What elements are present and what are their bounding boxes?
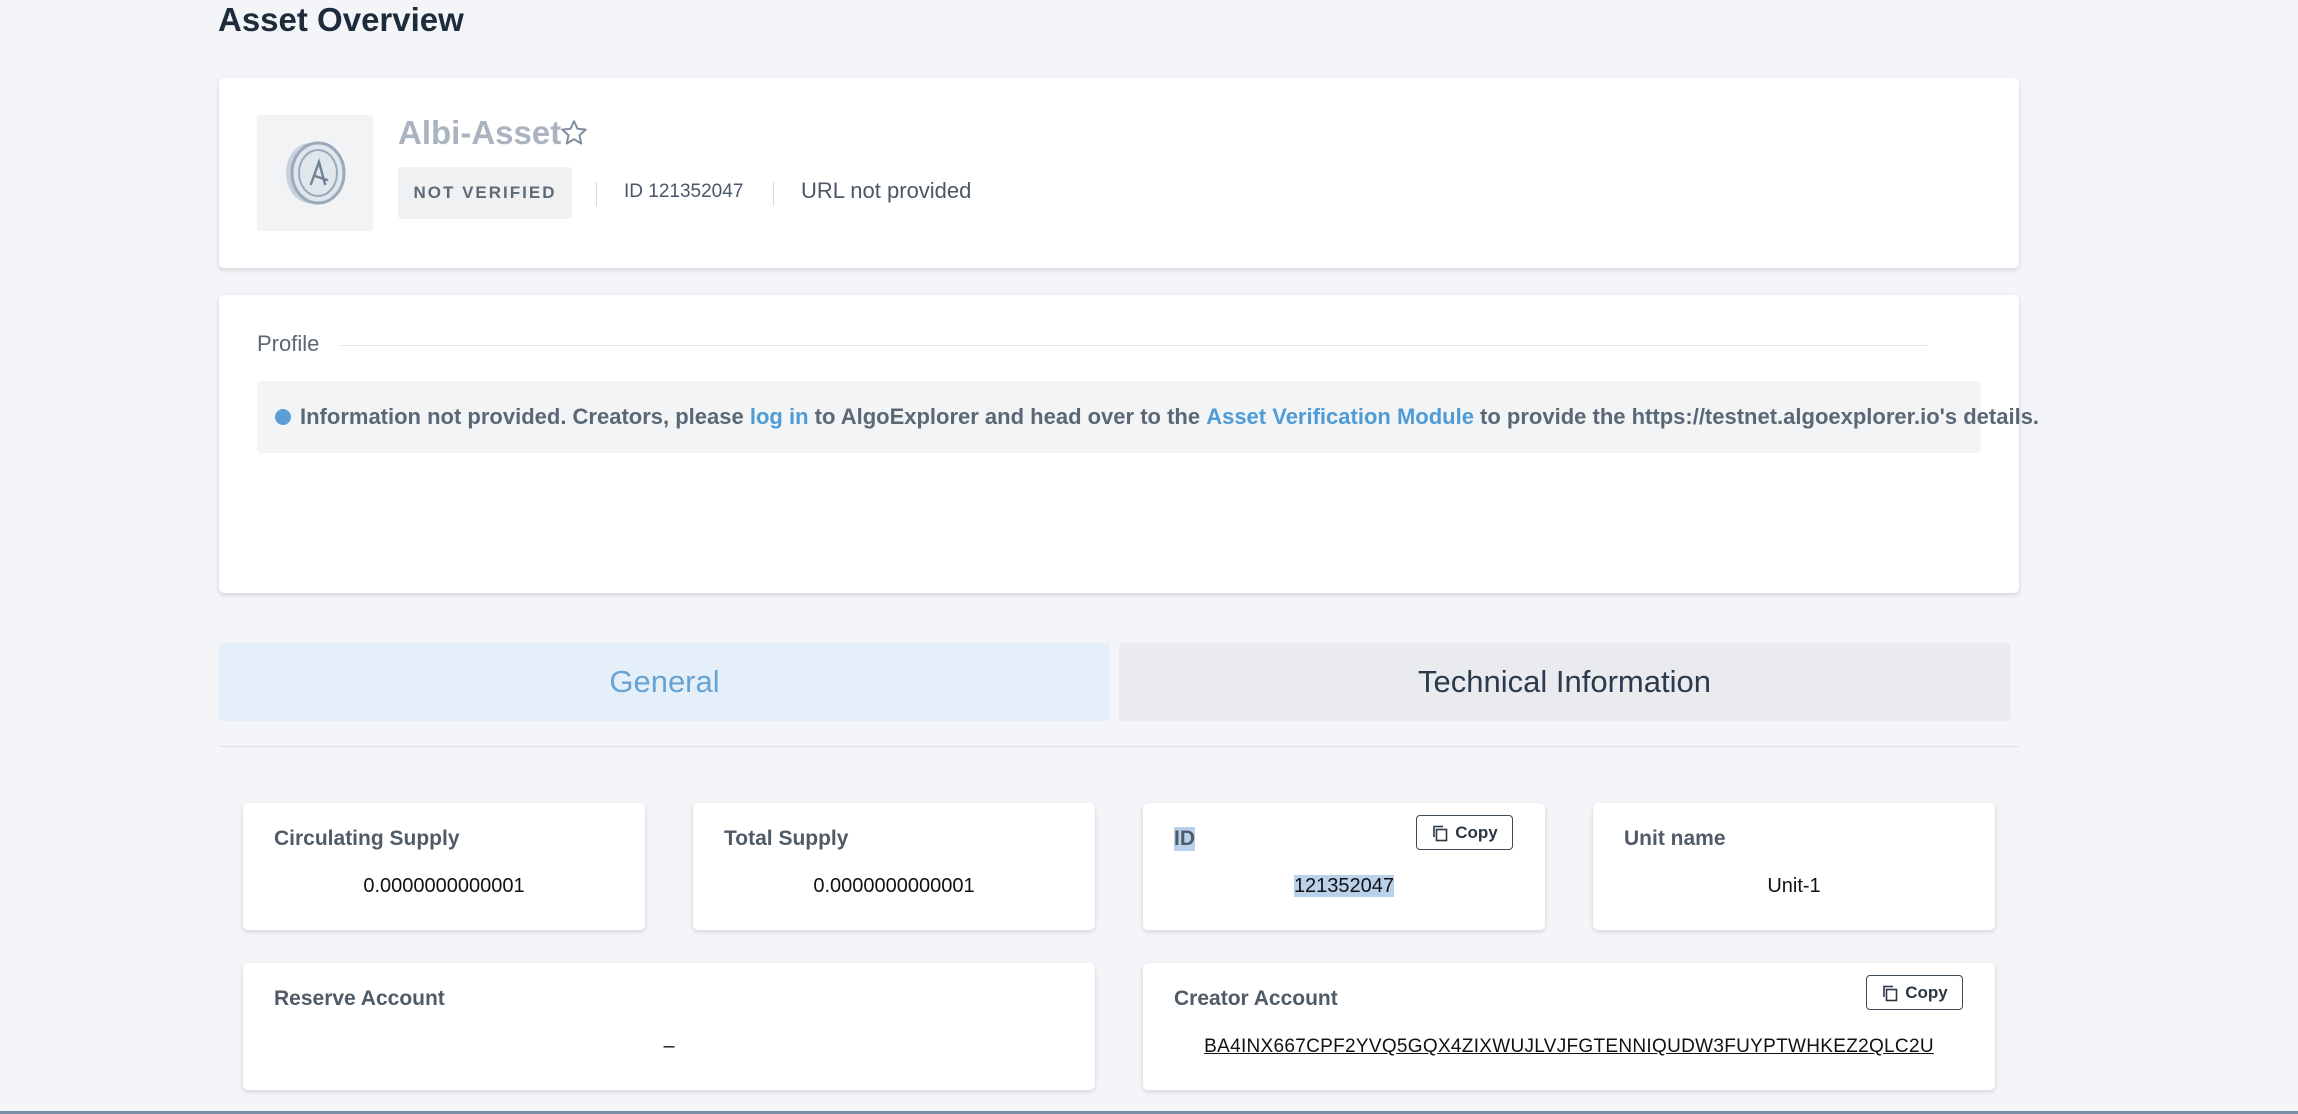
profile-card: Profile Information not provided. Creato… [219,295,2039,593]
total-supply-card: Total Supply 0.0000000000001 [693,803,1095,930]
star-outline-icon[interactable] [559,118,589,148]
asset-verification-link[interactable]: Asset Verification Module [1206,404,1474,430]
divider [773,182,774,206]
coin-icon [257,115,373,231]
asset-id-value: 121352047 [1293,875,1395,897]
stat-value: 121352047 [1143,875,1545,898]
divider [596,182,597,206]
tab-technical-information[interactable]: Technical Information [1119,643,2010,721]
creator-account-card: Creator Account Copy BA4INX667CPF2YVQ5GQ… [1143,963,1995,1090]
stat-value: 0.0000000000001 [813,875,975,897]
stat-title: Circulating Supply [274,827,460,850]
creator-address-link[interactable]: BA4INX667CPF2YVQ5GQX4ZIXWUJLVJFGTENNIQUD… [1204,1036,1934,1057]
profile-label: Profile [257,331,320,356]
stat-title: ID [1174,827,1195,851]
stat-value: – [663,1035,675,1057]
asset-header-card: Albi-Asset NOT VERIFIED ID 121352047 URL… [219,78,2019,268]
stat-title: Creator Account [1174,987,1338,1010]
divider [341,345,1927,346]
info-text: to provide the https://testnet.algoexplo… [1473,404,2040,429]
asset-id-card: ID Copy 121352047 [1143,803,1545,930]
stat-value: Unit-1 [1767,875,1821,897]
stat-title: Total Supply [724,827,849,850]
verification-badge: NOT VERIFIED [398,167,572,219]
tab-general[interactable]: General [219,643,1110,721]
asset-id-label: ID 121352047 [624,181,744,202]
stat-value: 0.0000000000001 [363,875,525,897]
copy-label: Copy [1905,982,1948,1002]
reserve-account-card: Reserve Account – [243,963,1095,1090]
copy-creator-button[interactable]: Copy [1866,975,1963,1010]
info-dot-icon [275,409,291,425]
stat-value: BA4INX667CPF2YVQ5GQX4ZIXWUJLVJFGTENNIQUD… [1143,1035,1995,1058]
circulating-supply-card: Circulating Supply 0.0000000000001 [243,803,645,930]
stat-title: Reserve Account [274,987,445,1010]
unit-name-card: Unit name Unit-1 [1593,803,1995,930]
info-text: Information not provided. Creators, plea… [300,404,750,429]
info-text: to AlgoExplorer and head over to the [808,404,1207,429]
asset-url: URL not provided [801,178,972,203]
divider [219,746,2019,747]
copy-icon [1883,985,1898,1001]
stat-title: Unit name [1624,827,1726,850]
info-notice: Information not provided. Creators, plea… [257,381,2039,453]
copy-id-button[interactable]: Copy [1416,815,1513,850]
copy-icon [1433,825,1448,841]
login-link[interactable]: log in [750,404,809,430]
asset-name: Albi-Asset [398,114,562,151]
copy-label: Copy [1455,822,1498,842]
page-title: Asset Overview [218,1,464,38]
